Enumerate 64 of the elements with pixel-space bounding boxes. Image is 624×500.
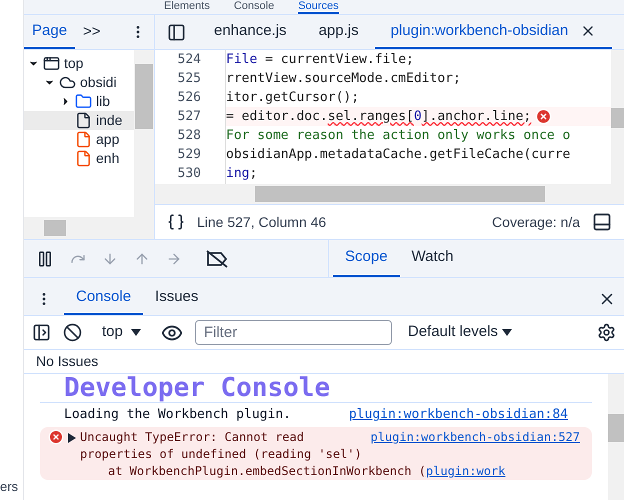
issues-banner: No Issues — [24, 350, 624, 374]
levels-dropdown[interactable]: Default levels — [408, 321, 512, 344]
tree-item[interactable]: obsidi — [24, 73, 134, 92]
more-tabs-button[interactable]: >> — [83, 20, 101, 44]
scrollbar[interactable] — [611, 50, 624, 184]
file-icon — [75, 131, 92, 148]
line-number: 525 — [176, 70, 202, 88]
tab[interactable]: Issues — [143, 282, 210, 315]
line-number: 530 — [176, 165, 202, 183]
file-tab[interactable]: app.js — [302, 15, 375, 49]
line-number: 529 — [176, 146, 202, 164]
tree-item[interactable]: app — [24, 130, 134, 149]
scrollbar[interactable] — [24, 217, 154, 239]
panel-tab[interactable]: Elements — [164, 0, 210, 14]
filter-field[interactable]: Filter — [194, 320, 392, 345]
code-line: obsidianApp.metadataCache.getFileCache(curre — [226, 146, 570, 164]
expand-arrow-icon[interactable] — [68, 433, 76, 443]
tree-item[interactable]: enh — [24, 149, 134, 168]
scrollbar[interactable] — [155, 184, 624, 204]
code-line: = editor.doc.sel.ranges[0].anchor.line; — [226, 108, 532, 126]
tab[interactable]: Watch — [400, 240, 466, 277]
panel-toggle-icon[interactable] — [592, 212, 612, 232]
cloud-icon — [59, 74, 76, 91]
code-line: itor.getCursor(); — [226, 89, 360, 107]
source-link[interactable]: plugin:workbench-obsidian:527 — [370, 429, 580, 446]
console-heading: Developer Console — [40, 374, 592, 403]
tree-item[interactable]: top — [24, 54, 134, 73]
format-icon[interactable] — [167, 213, 185, 231]
context-dropdown[interactable]: top — [94, 321, 141, 344]
line-number: 524 — [176, 51, 202, 69]
error-text: Uncaught TypeError: Cannot read properties of undefined (reading 'sel') — [80, 429, 362, 463]
tree-item[interactable]: inde — [24, 111, 134, 130]
settings-icon[interactable] — [597, 323, 616, 342]
code-line: File = currentView.file; — [226, 51, 414, 69]
panel-tab[interactable]: Sources — [298, 0, 339, 14]
line-number: 528 — [176, 127, 202, 145]
line-number: 527 — [176, 108, 202, 126]
file-icon — [75, 150, 92, 167]
code-line: rrentView.sourceMode.cmEditor; — [226, 70, 461, 88]
sidebar-toggle-icon[interactable] — [32, 323, 51, 342]
error-icon — [48, 429, 64, 445]
line-number: 526 — [176, 89, 202, 107]
log-message: Loading the Workbench plugin. — [64, 406, 291, 424]
source-link[interactable]: plugin:workbench-obsidian:84 — [348, 405, 568, 425]
frame-icon — [43, 55, 60, 72]
panel-tab[interactable]: Console — [234, 0, 274, 14]
file-icon — [75, 112, 92, 129]
scrollbar[interactable] — [608, 374, 624, 500]
clear-icon[interactable] — [63, 323, 82, 342]
pause-icon[interactable] — [36, 250, 54, 268]
coverage-text: Coverage: n/a — [492, 212, 580, 232]
stack-trace: at WorkbenchPlugin.embedSectionInWorkbench ( — [108, 463, 426, 480]
file-tab[interactable]: enhance.js — [198, 15, 303, 49]
code-line: For some reason the action only works once o — [226, 127, 570, 145]
page-text: ers — [0, 478, 20, 496]
folder-icon — [75, 93, 92, 110]
deactivate-breakpoints-icon[interactable] — [206, 250, 228, 268]
trace-link[interactable]: plugin:work — [426, 463, 506, 480]
tab[interactable]: Scope — [333, 240, 400, 277]
code-line: ing; — [226, 165, 258, 183]
tree-item[interactable]: lib — [24, 92, 134, 111]
scrollbar[interactable] — [134, 50, 154, 217]
sidebar-toggle-icon[interactable] — [167, 22, 186, 42]
cursor-position: Line 527, Column 46 — [197, 212, 326, 232]
